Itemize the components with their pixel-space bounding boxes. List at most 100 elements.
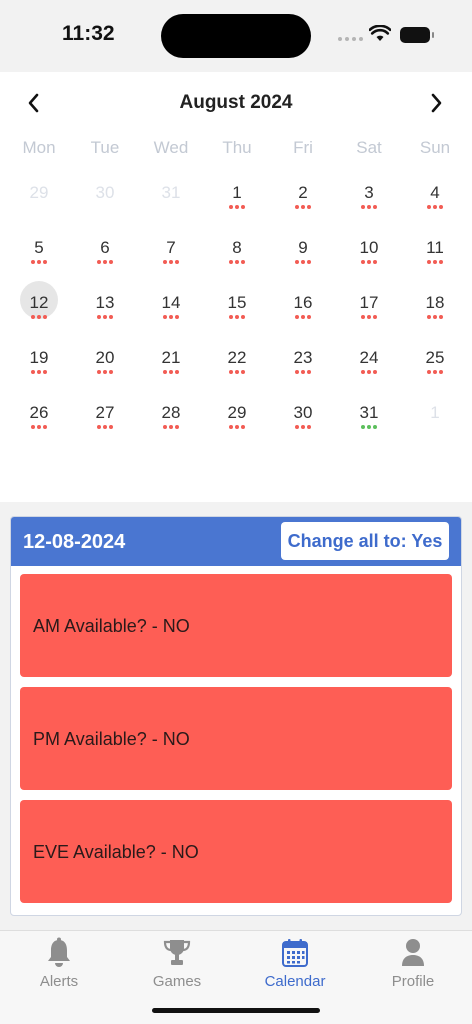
calendar-day[interactable]: 3 bbox=[336, 171, 402, 226]
day-number: 7 bbox=[166, 238, 176, 257]
day-number: 27 bbox=[95, 403, 115, 422]
availability-dots bbox=[402, 315, 468, 319]
availability-dots bbox=[402, 370, 468, 374]
availability-dots bbox=[6, 315, 72, 319]
day-number: 6 bbox=[100, 238, 110, 257]
day-number: 16 bbox=[293, 293, 313, 312]
day-number: 10 bbox=[359, 238, 379, 257]
calendar-day: 31 bbox=[138, 171, 204, 226]
month-header: August 2024 bbox=[0, 90, 472, 116]
calendar-day[interactable]: 16 bbox=[270, 281, 336, 336]
calendar-day[interactable]: 25 bbox=[402, 336, 468, 391]
day-number: 21 bbox=[161, 348, 181, 367]
calendar-day[interactable]: 19 bbox=[6, 336, 72, 391]
bell-icon bbox=[48, 937, 70, 967]
calendar-day[interactable]: 6 bbox=[72, 226, 138, 281]
availability-dots bbox=[138, 315, 204, 319]
day-number: 17 bbox=[359, 293, 379, 312]
availability-dots bbox=[204, 425, 270, 429]
calendar-day[interactable]: 13 bbox=[72, 281, 138, 336]
tab-label: Profile bbox=[391, 973, 435, 990]
tab-profile[interactable]: Profile bbox=[354, 931, 472, 1001]
calendar-day[interactable]: 14 bbox=[138, 281, 204, 336]
calendar-day[interactable]: 18 bbox=[402, 281, 468, 336]
calendar-day[interactable]: 15 bbox=[204, 281, 270, 336]
availability-dots bbox=[72, 425, 138, 429]
calendar-day[interactable]: 5 bbox=[6, 226, 72, 281]
day-number: 11 bbox=[426, 238, 444, 257]
pm-availability-slot[interactable]: PM Available? - NO bbox=[20, 687, 452, 790]
calendar-day[interactable]: 26 bbox=[6, 391, 72, 446]
availability-dots bbox=[336, 425, 402, 429]
calendar-day[interactable]: 24 bbox=[336, 336, 402, 391]
calendar-day[interactable]: 20 bbox=[72, 336, 138, 391]
day-number: 22 bbox=[227, 348, 247, 367]
tab-alerts[interactable]: Alerts bbox=[0, 931, 118, 1001]
availability-dots bbox=[72, 260, 138, 264]
weekday-header: Mon Tue Wed Thu Fri Sat Sun bbox=[6, 138, 468, 158]
day-number: 9 bbox=[298, 238, 308, 257]
battery-icon bbox=[400, 27, 434, 43]
availability-dots bbox=[270, 425, 336, 429]
status-bar: 11:32 bbox=[0, 0, 472, 72]
calendar-week-row: 29 30 31 1 2 3 4 bbox=[6, 171, 468, 226]
availability-dots bbox=[138, 370, 204, 374]
day-number: 29 bbox=[227, 403, 247, 422]
calendar-day[interactable]: 17 bbox=[336, 281, 402, 336]
availability-dots bbox=[204, 315, 270, 319]
calendar-day[interactable]: 21 bbox=[138, 336, 204, 391]
calendar-day[interactable]: 1 bbox=[204, 171, 270, 226]
day-number: 15 bbox=[227, 293, 247, 312]
calendar-day[interactable]: 9 bbox=[270, 226, 336, 281]
day-number: 5 bbox=[34, 238, 44, 257]
calendar-week-row: 26 27 28 29 30 31 1 bbox=[6, 391, 468, 446]
day-number: 28 bbox=[161, 403, 181, 422]
eve-availability-slot[interactable]: EVE Available? - NO bbox=[20, 800, 452, 903]
calendar: August 2024 Mon Tue Wed Thu Fri Sat Sun … bbox=[0, 72, 472, 502]
signal-icon bbox=[338, 37, 363, 41]
tab-label: Alerts bbox=[39, 973, 79, 990]
calendar-day[interactable]: 11 bbox=[402, 226, 468, 281]
month-title: August 2024 bbox=[179, 92, 293, 113]
chevron-right-icon[interactable] bbox=[424, 90, 448, 116]
slot-label: EVE Available? - NO bbox=[33, 842, 199, 862]
calendar-day[interactable]: 4 bbox=[402, 171, 468, 226]
calendar-day[interactable]: 27 bbox=[72, 391, 138, 446]
availability-dots bbox=[336, 260, 402, 264]
calendar-day: 29 bbox=[6, 171, 72, 226]
weekday-label: Sat bbox=[356, 138, 382, 157]
tab-games[interactable]: Games bbox=[118, 931, 236, 1001]
day-number: 12 bbox=[29, 293, 49, 312]
calendar-day[interactable]: 23 bbox=[270, 336, 336, 391]
availability-dots bbox=[402, 260, 468, 264]
tab-calendar[interactable]: Calendar bbox=[236, 931, 354, 1001]
trophy-icon bbox=[163, 940, 191, 965]
weekday-label: Thu bbox=[222, 138, 252, 157]
calendar-day[interactable]: 8 bbox=[204, 226, 270, 281]
calendar-day[interactable]: 31 bbox=[336, 391, 402, 446]
day-number: 2 bbox=[298, 183, 308, 202]
availability-dots bbox=[72, 370, 138, 374]
calendar-day-selected[interactable]: 12 bbox=[6, 281, 72, 336]
calendar-day: 30 bbox=[72, 171, 138, 226]
day-number: 4 bbox=[430, 183, 440, 202]
calendar-day[interactable]: 29 bbox=[204, 391, 270, 446]
day-number: 25 bbox=[425, 348, 445, 367]
availability-dots bbox=[6, 425, 72, 429]
calendar-day[interactable]: 30 bbox=[270, 391, 336, 446]
calendar-day[interactable]: 7 bbox=[138, 226, 204, 281]
tab-label: Games bbox=[152, 973, 202, 990]
am-availability-slot[interactable]: AM Available? - NO bbox=[20, 574, 452, 677]
day-number: 20 bbox=[95, 348, 115, 367]
day-number: 30 bbox=[95, 183, 115, 202]
change-all-button[interactable]: Change all to: Yes bbox=[281, 522, 449, 560]
weekday-label: Wed bbox=[153, 138, 189, 157]
calendar-icon bbox=[282, 939, 308, 967]
calendar-day[interactable]: 22 bbox=[204, 336, 270, 391]
calendar-day[interactable]: 28 bbox=[138, 391, 204, 446]
availability-dots bbox=[336, 205, 402, 209]
tab-label: Calendar bbox=[264, 973, 326, 990]
calendar-day[interactable]: 2 bbox=[270, 171, 336, 226]
availability-dots bbox=[336, 370, 402, 374]
calendar-day[interactable]: 10 bbox=[336, 226, 402, 281]
